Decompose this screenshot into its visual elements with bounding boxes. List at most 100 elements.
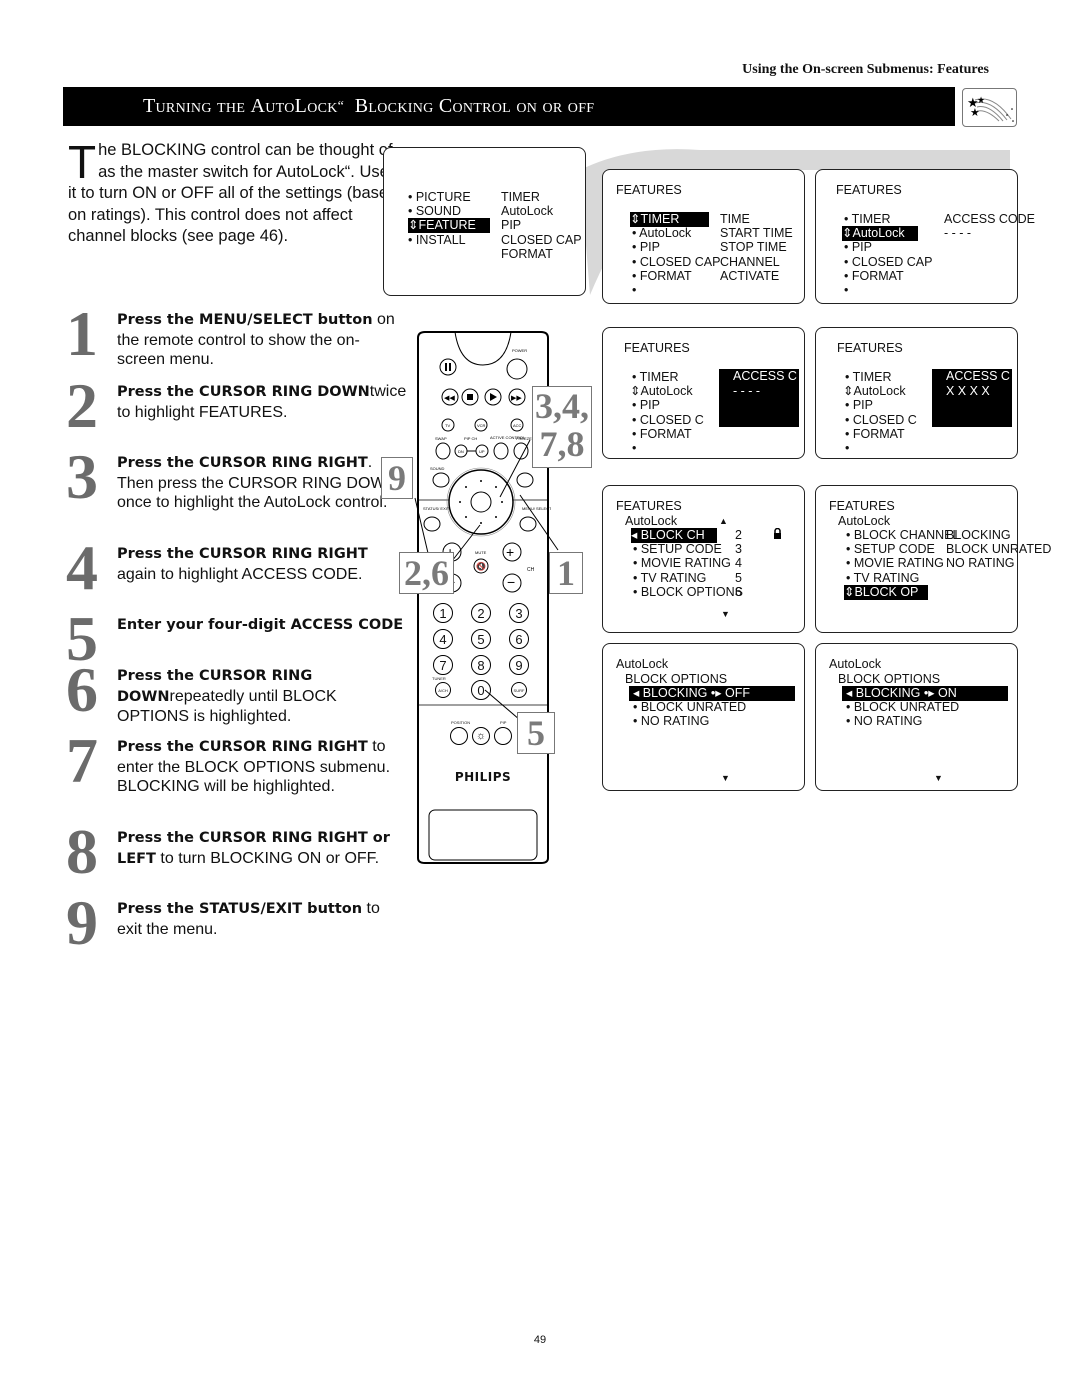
step-detail: to turn BLOCKING ON or OFF.	[155, 849, 380, 867]
step-instruction: Press the MENU/SELECT button	[117, 312, 373, 328]
channel-number: 4	[735, 556, 742, 570]
screen-autolock-block-options: FEATURES AutoLock • BLOCK CHANNEL • SETU…	[815, 485, 1051, 633]
menu-item: •	[632, 283, 637, 297]
access-code-panel: ACCESS C X X X X	[932, 369, 1012, 427]
menu-item-autolock-highlighted: ⇕AutoLock	[842, 226, 918, 241]
screen-heading: FEATURES	[624, 341, 690, 355]
screen-autolock-block-channel: FEATURES AutoLock ▲ ◂ BLOCK CH • SETUP C…	[602, 485, 805, 633]
submenu-item: PIP	[501, 218, 522, 232]
screen-heading: FEATURES	[837, 341, 903, 355]
scroll-down-icon: ▼	[721, 773, 730, 783]
step-instruction: Press the CURSOR RING RIGHT	[117, 455, 368, 471]
menu-item: • SETUP CODE	[846, 542, 935, 556]
svg-text:★: ★	[977, 95, 985, 105]
step-number: 9	[66, 887, 98, 958]
menu-item-label: AutoLock	[853, 384, 906, 398]
callout-label: 3,4,	[535, 386, 589, 426]
menu-item-sound: • SOUND	[408, 204, 461, 218]
power-button[interactable]	[506, 358, 528, 380]
scroll-up-icon: ▲	[719, 516, 728, 526]
title-part-2: Auto	[250, 95, 295, 117]
screen-heading: FEATURES	[616, 499, 682, 513]
title-trademark: “	[337, 98, 345, 114]
submenu-item: FORMAT	[501, 247, 553, 261]
channel-number: 5	[735, 571, 742, 585]
scroll-down-icon: ▼	[721, 609, 730, 619]
menu-item: •	[632, 441, 637, 455]
screen-subheading: BLOCK OPTIONS	[625, 672, 728, 686]
submenu-item: CLOSED CAP	[501, 233, 582, 247]
access-code-blank: - - - -	[944, 226, 972, 240]
power-label: POWER	[512, 348, 527, 353]
menu-item: • PIP	[845, 398, 873, 412]
menu-item: • BLOCK CHANNEL	[846, 528, 960, 542]
step-instruction: Enter your four-digit ACCESS CODE	[117, 617, 404, 633]
menu-item-label: TIMER	[640, 212, 680, 226]
submenu-item: ACCESS CODE	[944, 212, 1035, 226]
screen-features-timer: FEATURES ⇕TIMER • AutoLock • PIP • CLOSE…	[602, 169, 805, 304]
menu-item: • TIMER	[844, 212, 891, 226]
screen-heading: AutoLock	[616, 657, 669, 671]
menu-item: • FORMAT	[845, 427, 905, 441]
menu-item: • BLOCK UNRATED	[846, 700, 960, 714]
menu-item: • MOVIE RATING	[633, 556, 731, 570]
menu-item: • CLOSED C	[632, 413, 704, 427]
philips-logo: PHILIPS	[454, 770, 512, 784]
menu-item-autolock: ⇕AutoLock	[843, 384, 906, 398]
features-stars-icon: ★ ★ ★	[962, 88, 1017, 127]
menu-item-label: BLOCK OP	[854, 585, 919, 599]
menu-item: • FORMAT	[632, 269, 692, 283]
menu-item: • PIP	[844, 240, 872, 254]
step-instruction: Press the STATUS/EXIT button	[117, 901, 363, 917]
menu-item: • BLOCK UNRATED	[633, 700, 747, 714]
submenu-item: ACTIVATE	[720, 269, 780, 283]
step-number: 7	[66, 725, 98, 796]
callout-steps-3-4-7-8: 3,4, 7,8	[532, 386, 592, 468]
submenu-item: STOP TIME	[720, 240, 787, 254]
title-part-4: Blocking Control on or off	[354, 95, 595, 117]
access-code-label: ACCESS C	[946, 369, 1010, 383]
scroll-down-icon: ▼	[934, 773, 943, 783]
menu-item-install: • INSTALL	[408, 233, 466, 247]
menu-item-feature-highlighted: ⇕FEATURE	[408, 218, 490, 233]
menu-item-block-channel-highlighted: ◂ BLOCK CH	[631, 528, 717, 543]
menu-item-picture: • PICTURE	[408, 190, 471, 204]
menu-item: • PIP	[632, 398, 660, 412]
access-code-value: - - - -	[733, 383, 761, 398]
screen-heading: FEATURES	[829, 499, 895, 513]
submenu-item: CHANNEL	[720, 255, 780, 269]
callout-step-5: 5	[517, 712, 555, 754]
menu-item: •	[844, 283, 849, 297]
svg-text:★: ★	[970, 107, 980, 119]
callout-steps-2-6: 2,6	[399, 552, 454, 594]
step-number: 2	[66, 370, 98, 441]
menu-item: • TV RATING	[633, 571, 707, 585]
menu-item: • CLOSED C	[845, 413, 917, 427]
screen-main-menu: • PICTURE • SOUND ⇕FEATURE • INSTALL TIM…	[383, 147, 586, 296]
intro-paragraph: The BLOCKING control can be thought of a…	[68, 139, 398, 248]
step-number: 4	[66, 532, 98, 603]
submenu-item: TIMER	[501, 190, 540, 204]
menu-item: • PIP	[632, 240, 660, 254]
title-part-1: Turning the	[143, 95, 246, 117]
running-head: Using the On-screen Submenus: Features	[742, 62, 989, 77]
menu-item: •	[845, 441, 850, 455]
pause-button[interactable]	[439, 358, 457, 376]
menu-item: • NO RATING	[846, 714, 923, 728]
blocking-toggle-row: ◂ BLOCKING •▸ ON	[842, 686, 1008, 701]
submenu-item: START TIME	[720, 226, 793, 240]
menu-item-block-options-highlighted: ⇕BLOCK OP	[844, 585, 928, 600]
blocking-label: BLOCKING	[642, 686, 708, 700]
submenu-item: NO RATING	[946, 556, 1015, 570]
screen-heading: FEATURES	[616, 183, 682, 197]
step-instruction: Press the CURSOR RING RIGHT	[117, 546, 368, 562]
screen-heading: FEATURES	[836, 183, 902, 197]
access-code-panel: ACCESS C - - - -	[719, 369, 799, 427]
screen-blocking-off: AutoLock BLOCK OPTIONS ◂ BLOCKING •▸ OFF…	[602, 643, 805, 791]
section-title-bar: Turning the Auto Lock “ Blocking Control…	[63, 87, 955, 126]
title-part-3: Lock	[294, 95, 338, 117]
menu-item-timer-highlighted: ⇕TIMER	[630, 212, 709, 227]
screen-heading: AutoLock	[829, 657, 882, 671]
submenu-item: BLOCK UNRATED	[946, 542, 1052, 556]
menu-item: • TIMER	[845, 370, 892, 384]
